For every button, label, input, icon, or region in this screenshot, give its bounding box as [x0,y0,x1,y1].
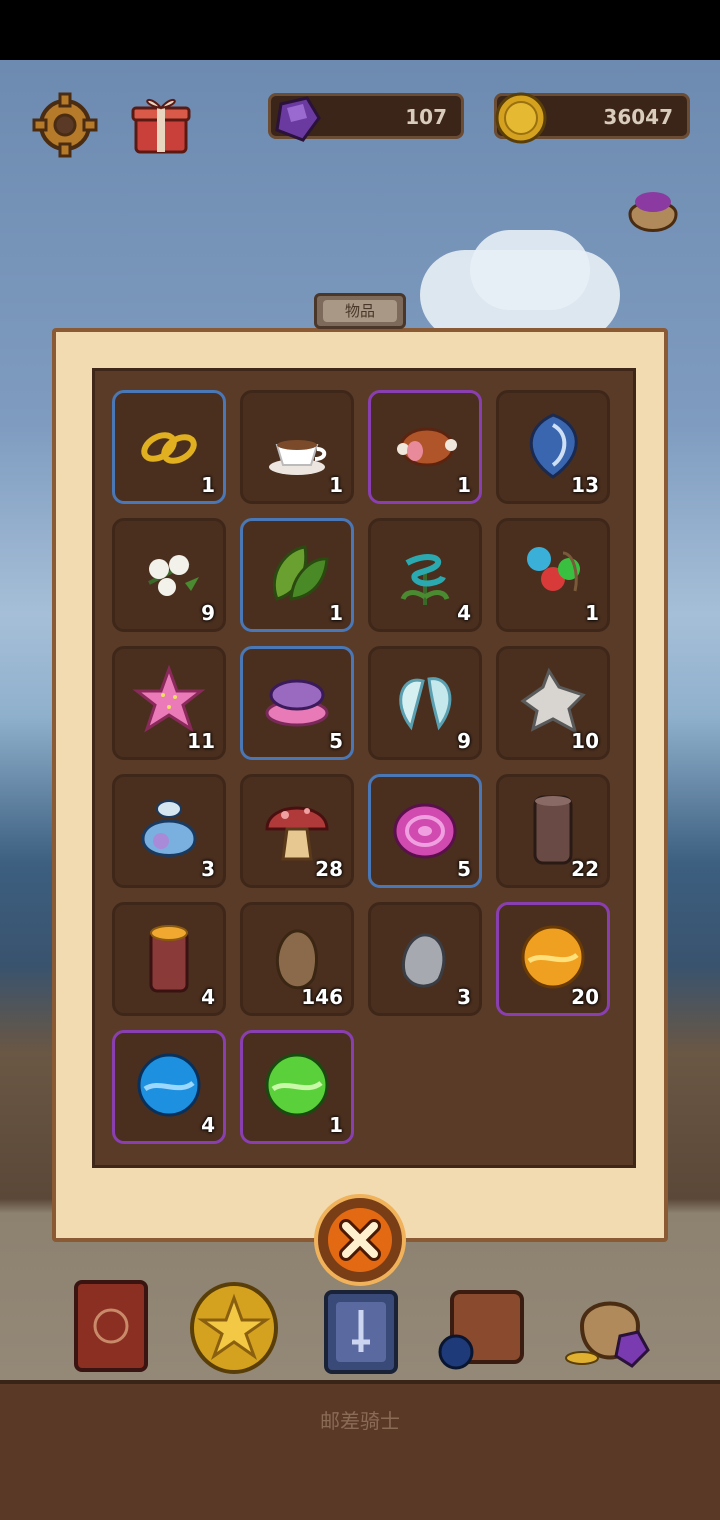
close-button-face [328,1208,392,1272]
item-count: 5 [329,729,343,753]
inventory-slot[interactable]: 10 [496,646,610,760]
cloud [470,230,590,310]
item-count: 28 [315,857,343,881]
inventory-slot[interactable]: 4 [112,1030,226,1144]
treasure-sack-icon[interactable] [562,1276,658,1376]
item-count: 1 [585,601,599,625]
gift-box-icon[interactable] [128,90,194,156]
inventory-slot[interactable]: 13 [496,390,610,504]
inventory-slot[interactable]: 9 [368,646,482,760]
journal-book-icon[interactable] [66,1276,162,1376]
status-bar [0,0,720,60]
gem-count: 107 [405,105,447,129]
item-count: 1 [457,473,471,497]
inventory-slot[interactable]: 146 [240,902,354,1016]
item-count: 4 [201,1113,215,1137]
item-count: 5 [457,857,471,881]
pink-crystal-icon [393,803,457,859]
item-count: 1 [329,473,343,497]
gem-counter: 107 [268,93,464,142]
inventory-slot[interactable]: 5 [368,774,482,888]
teacup-icon [269,440,327,475]
inventory-slot[interactable]: 1 [112,390,226,504]
gold-rings-icon [141,432,197,464]
inventory-slot[interactable]: 3 [112,774,226,888]
item-count: 9 [457,729,471,753]
close-icon [339,1219,381,1261]
item-count: 9 [201,601,215,625]
item-count: 146 [301,985,343,1009]
wings-icon [399,677,452,731]
inventory-slot[interactable]: 1 [496,518,610,632]
green-leaves-icon [272,545,329,601]
wood-log-icon [149,925,189,993]
bottom-dock [0,1380,720,1520]
inventory-slot[interactable]: 9 [112,518,226,632]
inventory-slot[interactable]: 1 [368,390,482,504]
item-count: 1 [201,473,215,497]
pink-clam-icon [265,679,329,727]
item-count: 13 [571,473,599,497]
inventory-slot[interactable]: 1 [240,390,354,504]
settings-gear-icon[interactable] [32,92,98,158]
backpack-potion-icon[interactable] [436,1276,532,1376]
inventory-slot[interactable]: 5 [240,646,354,760]
item-count: 4 [201,985,215,1009]
cotton-icon [148,555,199,596]
item-count: 11 [187,729,215,753]
gold-coin-icon [493,90,549,146]
item-count: 20 [571,985,599,1009]
grey-stone-icon [402,933,446,988]
purple-gem-icon [267,90,323,146]
star-coin-icon[interactable] [186,1276,282,1376]
inventory-slot[interactable]: 28 [240,774,354,888]
inventory-slot[interactable]: 22 [496,774,610,888]
card-deck-icon[interactable] [312,1280,408,1380]
spiral-flower-icon [400,554,450,605]
blue-orb-icon [137,1053,201,1117]
dock-title: 邮差骑士 [320,1409,400,1433]
item-count: 4 [457,601,471,625]
green-orb-icon [265,1053,329,1117]
glass-sack-icon [141,800,197,857]
close-button[interactable] [314,1194,406,1286]
coin-count: 36047 [603,105,673,129]
loot-bag-icon[interactable] [620,180,686,246]
inventory-slot[interactable]: 4 [112,902,226,1016]
items-tab-label: 物品 [323,300,397,322]
item-count: 10 [571,729,599,753]
item-count: 1 [329,1113,343,1137]
items-tab[interactable]: 物品 [314,293,406,329]
item-count: 22 [571,857,599,881]
berries-icon [527,547,580,592]
inventory-slot[interactable]: 1 [240,518,354,632]
inventory-slot[interactable]: 20 [496,902,610,1016]
coin-counter: 36047 [494,92,690,144]
inventory-slot[interactable]: 3 [368,902,482,1016]
item-count: 1 [329,601,343,625]
meat-icon [397,427,457,467]
inventory-slot[interactable]: 1 [240,1030,354,1144]
item-count: 3 [457,985,471,1009]
inventory-slot[interactable]: 11 [112,646,226,760]
item-count: 3 [201,857,215,881]
inventory-slot[interactable]: 4 [368,518,482,632]
